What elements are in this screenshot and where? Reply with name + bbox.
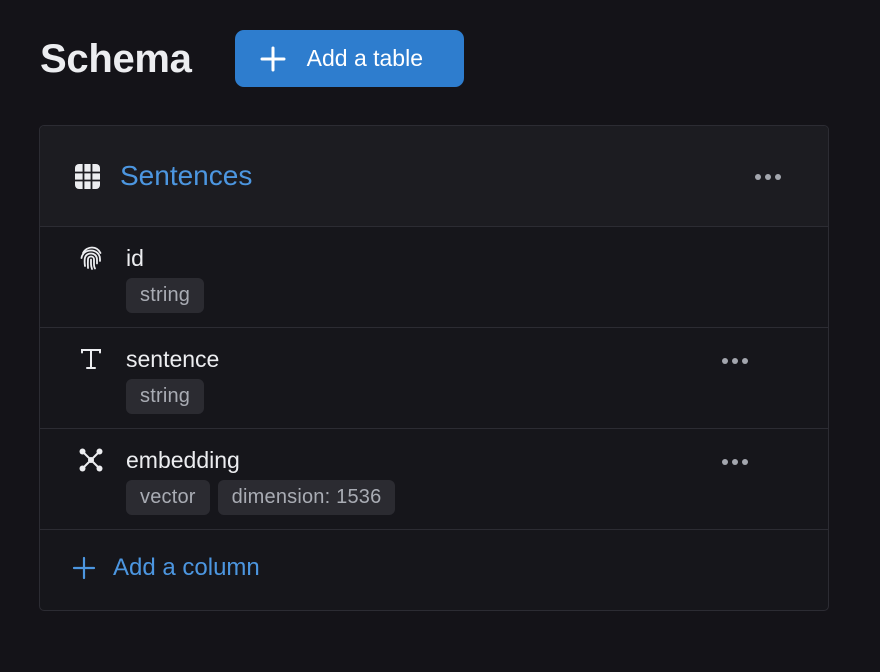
dimension-tag: dimension: 1536 bbox=[217, 480, 396, 515]
plus-icon bbox=[259, 45, 287, 73]
type-tag: string bbox=[126, 379, 205, 414]
dot bbox=[722, 459, 728, 465]
dot bbox=[732, 358, 738, 364]
dot bbox=[755, 174, 761, 180]
add-column-label: Add a column bbox=[113, 554, 260, 581]
type-tag: string bbox=[126, 278, 205, 313]
vector-icon bbox=[78, 447, 104, 473]
table-header: Sentences bbox=[40, 126, 828, 227]
dot bbox=[775, 174, 781, 180]
type-tag: vector bbox=[126, 480, 210, 515]
column-name: embedding bbox=[126, 447, 240, 473]
plus-icon bbox=[72, 556, 96, 580]
add-column-button[interactable]: Add a column bbox=[72, 554, 260, 582]
dot bbox=[742, 358, 748, 364]
page-header: Schema Add a table bbox=[40, 30, 464, 87]
text-type-icon bbox=[78, 346, 104, 372]
table-card: Sentences id string sentence string embe… bbox=[39, 125, 829, 611]
dot bbox=[765, 174, 771, 180]
page-title: Schema bbox=[40, 36, 192, 81]
dot bbox=[722, 358, 728, 364]
dot bbox=[742, 459, 748, 465]
fingerprint-icon bbox=[78, 245, 104, 271]
column-tags: vector dimension: 1536 bbox=[126, 480, 396, 515]
column-name: id bbox=[126, 245, 144, 271]
column-tags: string bbox=[126, 278, 205, 313]
column-menu-button[interactable] bbox=[722, 358, 748, 364]
table-menu-button[interactable] bbox=[755, 174, 781, 180]
column-name: sentence bbox=[126, 346, 220, 372]
dot bbox=[732, 459, 738, 465]
column-row-sentence[interactable]: sentence string bbox=[40, 328, 828, 429]
add-table-button[interactable]: Add a table bbox=[234, 30, 464, 87]
column-row-id[interactable]: id string bbox=[40, 227, 828, 328]
table-name[interactable]: Sentences bbox=[120, 158, 252, 194]
column-row-embedding[interactable]: embedding vector dimension: 1536 bbox=[40, 429, 828, 530]
column-menu-button[interactable] bbox=[722, 459, 748, 465]
column-tags: string bbox=[126, 379, 205, 414]
add-table-label: Add a table bbox=[306, 45, 423, 71]
table-grid-icon bbox=[75, 164, 100, 189]
